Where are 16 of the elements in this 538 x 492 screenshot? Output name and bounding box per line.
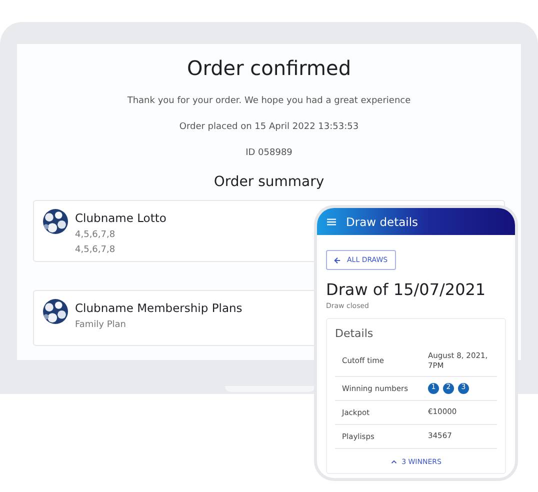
order-id: ID 058989 — [246, 148, 292, 158]
menu-icon[interactable] — [327, 218, 336, 226]
caret-up-icon — [390, 460, 397, 464]
item-detail: Family Plan — [75, 320, 127, 330]
item-detail: 4,5,6,7,8 — [75, 245, 116, 255]
page-title: Order confirmed — [186, 56, 352, 80]
section-heading: Order summary — [214, 174, 324, 190]
draw-title: Draw of 15/07/2021 — [326, 280, 487, 299]
header-title: Draw details — [346, 214, 418, 228]
item-detail: 4,5,6,7,8 — [75, 230, 116, 240]
arrow-left-icon — [334, 256, 341, 264]
thank-you-message: Thank you for your order. We hope you had a great experience — [127, 96, 411, 106]
item-name: Clubname Membership Plans — [75, 301, 242, 315]
item-name: Clubname Lotto — [75, 211, 166, 225]
order-date: Order placed on 15 April 2022 13:53:53 — [179, 122, 359, 132]
card-heading: Details — [335, 327, 374, 340]
